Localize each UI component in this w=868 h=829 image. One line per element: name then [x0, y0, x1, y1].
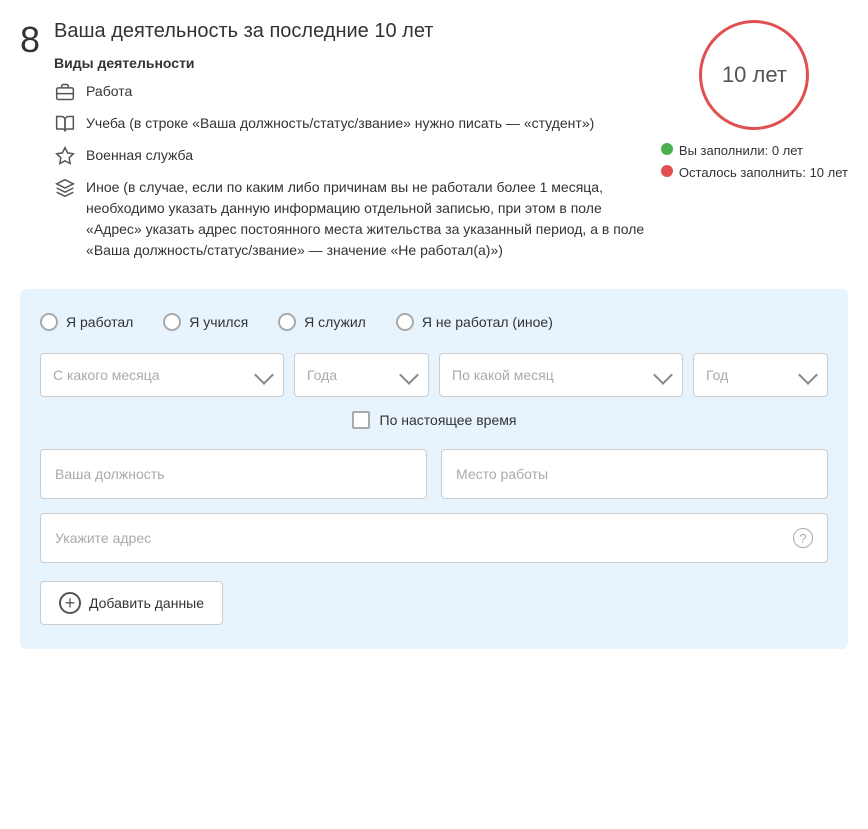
header-text: Ваша деятельность за последние 10 лет Ви…: [54, 20, 661, 271]
address-row[interactable]: Укажите адрес ?: [40, 513, 828, 563]
date-row: С какого месяца Года По какой месяц Год: [40, 353, 828, 397]
book-icon: [54, 113, 76, 135]
circle-label: 10 лет: [722, 62, 787, 88]
radio-circle-not-worked: [396, 313, 414, 331]
activity-work-label: Работа: [86, 81, 132, 102]
activity-study-label: Учеба (в строке «Ваша должность/статус/з…: [86, 113, 594, 134]
workplace-placeholder: Место работы: [456, 466, 548, 482]
radio-studied[interactable]: Я учился: [163, 313, 248, 331]
legend: Вы заполнили: 0 лет Осталось заполнить: …: [661, 140, 848, 184]
to-month-label: По какой месяц: [452, 367, 648, 383]
question-icon[interactable]: ?: [793, 528, 813, 548]
position-placeholder: Ваша должность: [55, 466, 164, 482]
from-year-label: Года: [307, 367, 394, 383]
progress-area: 10 лет Вы заполнили: 0 лет Осталось запо…: [661, 20, 848, 184]
from-month-select[interactable]: С какого месяца: [40, 353, 284, 397]
legend-filled: Вы заполнили: 0 лет: [661, 140, 848, 162]
legend-remaining: Осталось заполнить: 10 лет: [661, 162, 848, 184]
section-number: 8: [20, 22, 40, 58]
circle-progress: 10 лет: [699, 20, 809, 130]
briefcase-icon: [54, 81, 76, 103]
radio-circle-worked: [40, 313, 58, 331]
radio-not-worked[interactable]: Я не работал (иное): [396, 313, 553, 331]
chevron-down-icon-to-month: [653, 365, 673, 385]
add-data-button[interactable]: + Добавить данные: [40, 581, 223, 625]
radio-circle-served: [278, 313, 296, 331]
activity-military: Военная служба: [54, 145, 661, 167]
address-input[interactable]: Укажите адрес: [55, 530, 793, 546]
radio-circle-studied: [163, 313, 181, 331]
activity-other-label: Иное (в случае, если по каким либо причи…: [86, 177, 661, 261]
present-checkbox-row[interactable]: По настоящее время: [40, 411, 828, 429]
header-left: 8 Ваша деятельность за последние 10 лет …: [20, 20, 661, 271]
radio-served-label: Я служил: [304, 314, 366, 330]
radio-served[interactable]: Я служил: [278, 313, 366, 331]
radio-row: Я работал Я учился Я служил Я не работал…: [40, 313, 828, 331]
radio-not-worked-label: Я не работал (иное): [422, 314, 553, 330]
position-input[interactable]: Ваша должность: [40, 449, 427, 499]
activity-military-label: Военная служба: [86, 145, 193, 166]
text-fields-row: Ваша должность Место работы: [40, 449, 828, 499]
activity-study: Учеба (в строке «Ваша должность/статус/з…: [54, 113, 661, 135]
activity-types-title: Виды деятельности: [54, 55, 661, 71]
activity-other: Иное (в случае, если по каким либо причи…: [54, 177, 661, 261]
legend-filled-text: Вы заполнили: 0 лет: [679, 140, 803, 162]
present-checkbox[interactable]: [352, 411, 370, 429]
page-header: 8 Ваша деятельность за последние 10 лет …: [20, 20, 848, 271]
radio-worked[interactable]: Я работал: [40, 313, 133, 331]
activity-work: Работа: [54, 81, 661, 103]
present-checkbox-label: По настоящее время: [380, 412, 517, 428]
form-area: Я работал Я учился Я служил Я не работал…: [20, 289, 848, 649]
layers-icon: [54, 177, 76, 199]
radio-worked-label: Я работал: [66, 314, 133, 330]
chevron-down-icon-from-year: [399, 365, 419, 385]
workplace-input[interactable]: Место работы: [441, 449, 828, 499]
to-year-label: Год: [706, 367, 793, 383]
to-month-select[interactable]: По какой месяц: [439, 353, 683, 397]
chevron-down-icon-from-month: [254, 365, 274, 385]
legend-remaining-text: Осталось заполнить: 10 лет: [679, 162, 848, 184]
section-title: Ваша деятельность за последние 10 лет: [54, 20, 661, 43]
radio-studied-label: Я учился: [189, 314, 248, 330]
add-button-label: Добавить данные: [89, 595, 204, 611]
from-year-select[interactable]: Года: [294, 353, 429, 397]
chevron-down-icon-to-year: [798, 365, 818, 385]
plus-icon: +: [59, 592, 81, 614]
to-year-select[interactable]: Год: [693, 353, 828, 397]
green-dot: [661, 143, 673, 155]
from-month-label: С какого месяца: [53, 367, 249, 383]
red-dot: [661, 165, 673, 177]
star-icon: [54, 145, 76, 167]
